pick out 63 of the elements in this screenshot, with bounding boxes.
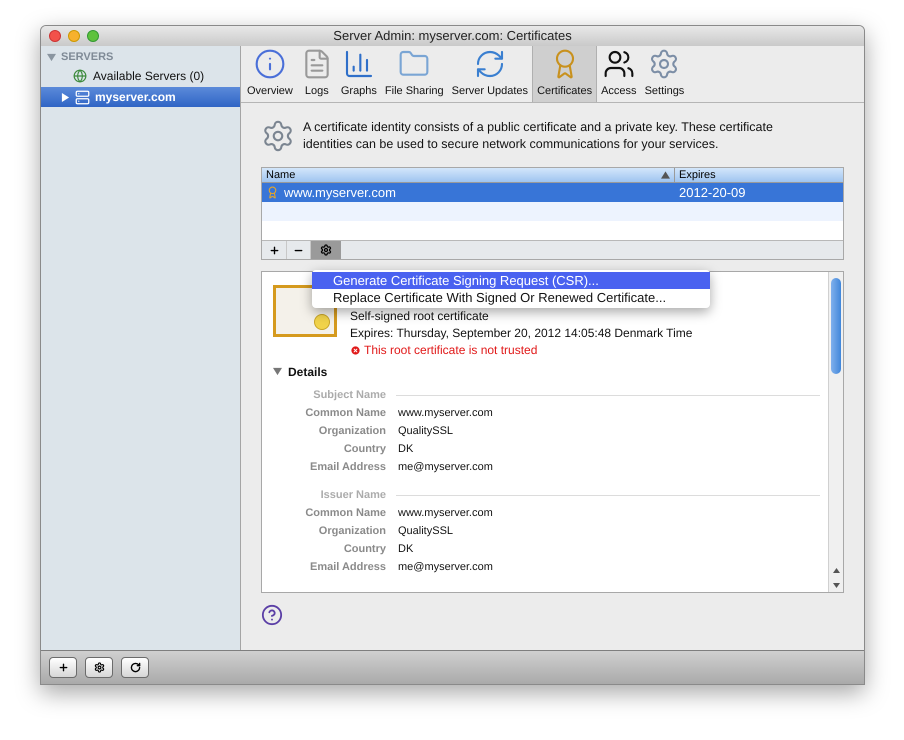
toolbar-tab[interactable]: Server Updates	[448, 46, 532, 102]
field-value: me@myserver.com	[398, 560, 493, 575]
field-label: Email Address	[308, 460, 386, 475]
table-cell-text: 2012-20-09	[678, 184, 746, 202]
field-value: www.myserver.com	[398, 506, 493, 521]
field-label: Common Name	[304, 406, 386, 421]
add-button[interactable]	[49, 657, 77, 678]
column-header[interactable]: Name	[262, 168, 675, 182]
sidebar-item[interactable]: myserver.com	[41, 87, 240, 107]
field-value: me@myserver.com	[398, 460, 493, 475]
disclosure-triangle-icon[interactable]	[273, 367, 282, 376]
field-value: QualitySSL	[398, 524, 454, 539]
toolbar-tab[interactable]: Overview	[243, 46, 297, 102]
field-label: Country	[342, 542, 386, 557]
globe-icon	[73, 69, 87, 83]
table-cell-text: www.myserver.com	[284, 184, 396, 202]
menu-item[interactable]: Replace Certificate With Signed Or Renewed Certificate...	[312, 289, 710, 306]
plus-icon	[58, 662, 68, 673]
close-button[interactable]	[49, 30, 61, 42]
certificate-type: Self-signed root certificate	[350, 308, 490, 325]
action-button[interactable]	[85, 657, 113, 678]
trust-warning: This root certificate is not trusted	[364, 342, 538, 359]
table-row[interactable]: www.myserver.com 2012-20-09	[262, 183, 843, 202]
gear-icon	[320, 244, 332, 256]
help-button[interactable]	[261, 604, 283, 626]
field-value: DK	[398, 542, 414, 557]
details-heading: Details	[288, 364, 328, 380]
error-icon	[350, 345, 361, 356]
scrollbar[interactable]	[828, 272, 843, 592]
refresh-button[interactable]	[121, 657, 149, 678]
zoom-button[interactable]	[87, 30, 99, 42]
field-value: DK	[398, 442, 414, 457]
toolbar-tab[interactable]: Graphs	[336, 46, 381, 102]
field-label: Organization	[318, 524, 386, 539]
toolbar-tab[interactable]: File Sharing	[380, 46, 448, 102]
field-label: Email Address	[308, 560, 386, 575]
field-label: Country	[342, 442, 386, 457]
disclosure-triangle-icon[interactable]	[61, 92, 70, 102]
menu-item[interactable]: Generate Certificate Signing Request (CSR)...	[312, 272, 710, 289]
window-title: Server Admin: myserver.com: Certificates	[332, 27, 573, 46]
field-label: Organization	[318, 424, 386, 439]
field-value: QualitySSL	[398, 424, 454, 439]
server-icon	[75, 90, 90, 104]
toolbar-tab[interactable]: Settings	[640, 46, 688, 102]
sidebar-item[interactable]: Available Servers (0)	[41, 66, 240, 86]
field-value: www.myserver.com	[398, 406, 493, 421]
description-text: A certificate identity consists of a public certificate and a private key. These certificate identities can be used to secure network communications for your services.	[303, 119, 774, 153]
toolbar-tab[interactable]: Access	[597, 46, 641, 102]
certificate-icon	[266, 186, 279, 199]
scroll-thumb[interactable]	[831, 278, 841, 374]
tab-icon	[254, 48, 286, 80]
expiry-date: Expires: Thursday, September 20, 2012 14:05:48 Denmark Time	[350, 325, 692, 342]
section-heading: Subject Name	[312, 388, 386, 403]
sidebar-header: SERVERS	[61, 50, 114, 66]
gear-icon	[94, 662, 104, 673]
plus-icon	[268, 244, 280, 256]
section-heading: Issuer Name	[320, 488, 386, 503]
field-label: Common Name	[304, 506, 386, 521]
refresh-icon	[130, 662, 140, 673]
column-header[interactable]: Expires	[675, 168, 843, 182]
toolbar-tab[interactable]: Certificates	[532, 46, 598, 102]
toolbar-tab[interactable]: Logs	[296, 46, 337, 102]
action-menu-button[interactable]	[311, 241, 341, 259]
